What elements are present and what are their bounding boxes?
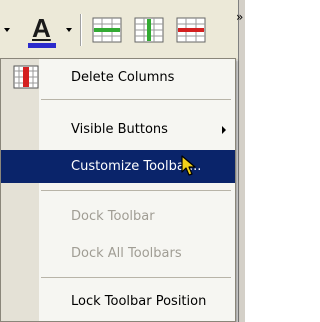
menu-item-label: Lock Toolbar Position [71,294,207,309]
delete-row-icon[interactable] [176,16,206,44]
window-right-edge [238,0,245,322]
menu-item-lock-toolbar-position[interactable]: Lock Toolbar Position [1,285,235,318]
menu-item-label: Dock All Toolbars [71,246,182,261]
insert-column-icon[interactable] [134,16,164,44]
menu-item-delete-columns[interactable]: Delete Columns [1,61,235,94]
menu-item-dock-toolbar: Dock Toolbar [1,200,235,233]
menu-item-label: Delete Columns [71,70,175,85]
menu-item-label: Dock Toolbar [71,209,155,224]
menu-separator [41,99,231,100]
menu-icon-gutter [1,59,39,321]
submenu-arrow-icon [222,126,226,134]
menu-item-customize-toolbar[interactable]: Customize Toolbar... [1,150,235,183]
mouse-pointer-icon [181,155,196,176]
insert-row-icon[interactable] [92,16,122,44]
menu-separator [41,277,231,278]
delete-columns-icon [13,65,39,89]
font-color-button[interactable]: A [28,14,56,48]
toolbar-separator [80,14,82,46]
menu-item-dock-all-toolbars: Dock All Toolbars [1,237,235,270]
menu-item-visible-buttons[interactable]: Visible Buttons [1,113,235,146]
font-color-letter: A [32,13,51,43]
toolbar-overflow-arrow[interactable] [4,28,10,32]
font-color-swatch [28,43,56,48]
formatting-toolbar: A [0,0,244,60]
toolbar-context-menu: Delete Columns Visible Buttons Customize… [0,58,236,322]
menu-separator [41,190,231,191]
toolbar-options-icon[interactable]: » [236,10,243,24]
menu-item-label: Visible Buttons [71,122,168,137]
font-color-dropdown-arrow[interactable] [66,28,72,32]
